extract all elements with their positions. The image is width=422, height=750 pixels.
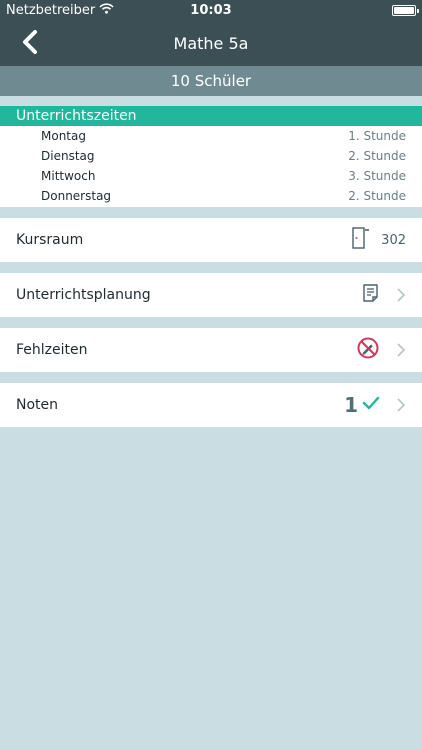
battery-icon: [392, 5, 419, 16]
students-count: 10 Schüler: [170, 72, 252, 90]
schedule-row: Donnerstag 2. Stunde: [0, 186, 422, 206]
room-label: Kursraum: [16, 232, 84, 248]
schedule-day: Mittwoch: [41, 169, 96, 183]
absences-label: Fehlzeiten: [16, 342, 88, 358]
schedule-slot: 2. Stunde: [348, 149, 406, 163]
room-number: 302: [381, 232, 406, 248]
schedule-day: Montag: [41, 129, 86, 143]
lesson-planning-cell[interactable]: Unterrichtsplanung: [0, 273, 422, 317]
schedule-day: Dienstag: [41, 149, 95, 163]
lesson-times-header: Unterrichtszeiten: [0, 106, 422, 126]
grades-label: Noten: [16, 397, 59, 413]
status-time: 10:03: [190, 3, 232, 18]
schedule-slot: 3. Stunde: [348, 169, 406, 183]
schedule-slot: 1. Stunde: [348, 129, 406, 143]
navigation-bar: Mathe 5a: [0, 22, 422, 66]
schedule-slot: 2. Stunde: [348, 189, 406, 203]
page-title: Mathe 5a: [173, 34, 249, 53]
grade-digit: 1: [344, 393, 358, 417]
schedule-row: Dienstag 2. Stunde: [0, 146, 422, 166]
no-pencil-icon: [356, 336, 380, 364]
room-cell[interactable]: Kursraum 302: [0, 218, 422, 262]
door-icon: [351, 226, 371, 254]
chevron-right-icon: [390, 287, 406, 303]
schedule-day: Donnerstag: [41, 189, 112, 203]
schedule-row: Mittwoch 3. Stunde: [0, 166, 422, 186]
students-bar[interactable]: 10 Schüler: [0, 66, 422, 96]
status-bar: Netzbetreiber 10:03: [0, 0, 422, 22]
lesson-planning-label: Unterrichtsplanung: [16, 287, 151, 303]
grades-cell[interactable]: Noten 1: [0, 383, 422, 427]
absences-cell[interactable]: Fehlzeiten: [0, 328, 422, 372]
lesson-times-section: Unterrichtszeiten Montag 1. Stunde Diens…: [0, 106, 422, 207]
chevron-right-icon: [390, 342, 406, 358]
notepad-icon: [362, 283, 380, 307]
chevron-right-icon: [390, 397, 406, 413]
checkmark-icon: [362, 396, 380, 414]
schedule-row: Montag 1. Stunde: [0, 126, 422, 146]
